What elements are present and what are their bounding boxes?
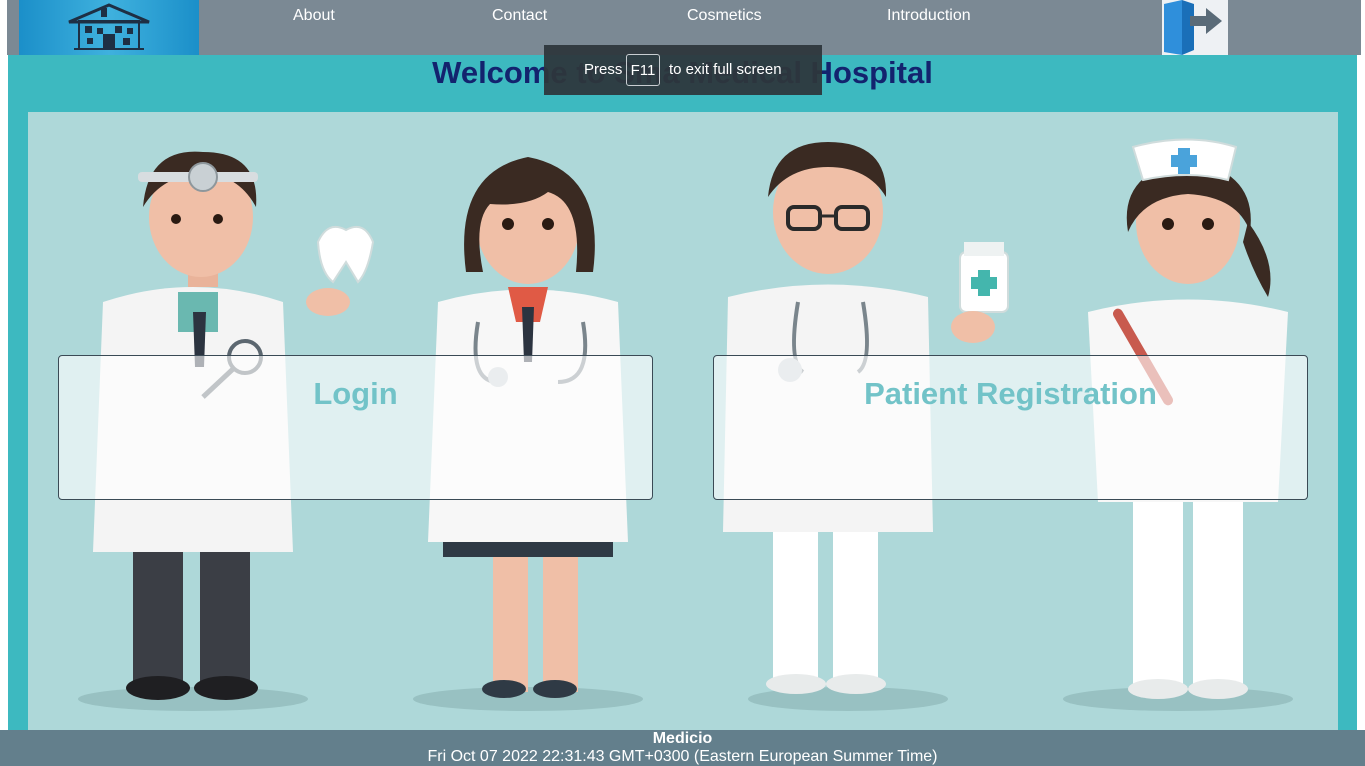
toast-message: to exit full screen bbox=[669, 61, 782, 78]
toast-press-text: Press bbox=[584, 61, 623, 78]
nav-introduction-link[interactable]: Introduction bbox=[887, 7, 971, 25]
exit-door-icon bbox=[1164, 0, 1222, 55]
nav-about-link[interactable]: About bbox=[293, 7, 335, 25]
login-label: Login bbox=[313, 376, 398, 411]
footer-datetime: Fri Oct 07 2022 22:31:43 GMT+0300 (Easte… bbox=[427, 748, 938, 765]
exit-button[interactable] bbox=[1162, 0, 1228, 55]
patient-registration-label: Patient Registration bbox=[864, 376, 1157, 411]
login-card[interactable]: Login bbox=[58, 355, 653, 500]
toast-key-badge: F11 bbox=[626, 54, 660, 86]
footer-brand: Medicio bbox=[652, 730, 713, 747]
house-icon bbox=[68, 3, 150, 50]
nav-contact-link[interactable]: Contact bbox=[492, 7, 547, 25]
fullscreen-toast: Press F11 to exit full screen bbox=[544, 45, 822, 95]
nav-cosmetics-link[interactable]: Cosmetics bbox=[687, 7, 762, 25]
footer: Medicio Fri Oct 07 2022 22:31:43 GMT+030… bbox=[0, 730, 1365, 766]
patient-registration-card[interactable]: Patient Registration bbox=[713, 355, 1308, 500]
hospital-logo[interactable] bbox=[19, 0, 199, 55]
